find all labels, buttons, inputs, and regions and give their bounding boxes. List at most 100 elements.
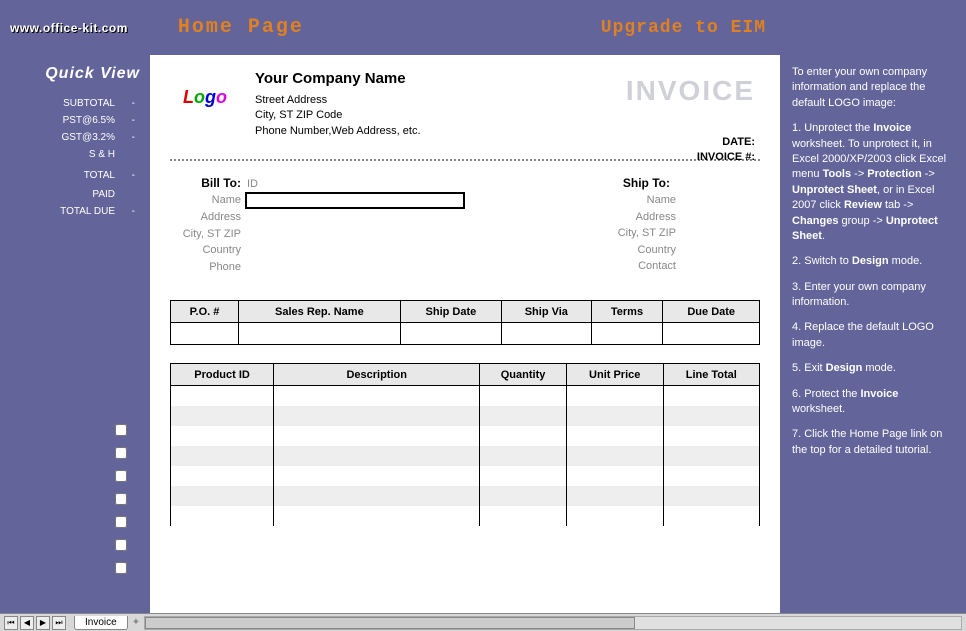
ship-city-field[interactable] [680,225,760,242]
ship-contact-field[interactable] [680,258,760,275]
quick-view-panel: Quick View SUBTOTAL- PST@6.5%- GST@3.2%-… [0,55,150,613]
item-cell[interactable] [663,426,759,446]
po-cell[interactable] [663,323,760,345]
qv-pst-val: - [115,115,135,126]
qv-subtotal-val: - [115,98,135,109]
item-cell[interactable] [480,446,567,466]
po-cell[interactable] [400,323,501,345]
qv-gst-val: - [115,132,135,143]
qv-subtotal-label: SUBTOTAL [5,98,115,109]
item-cell[interactable] [566,386,663,406]
item-cell[interactable] [480,506,567,526]
items-header-desc: Description [274,364,480,386]
ship-country-field[interactable] [680,242,760,259]
item-cell[interactable] [171,446,274,466]
items-header-pid: Product ID [171,364,274,386]
taxable-check-3[interactable] [115,470,127,482]
tab-nav-next-icon[interactable]: ▶ [36,616,50,630]
item-cell[interactable] [171,406,274,426]
item-cell[interactable] [566,406,663,426]
tab-nav-last-icon[interactable]: ⏭ [52,616,66,630]
po-cell[interactable] [239,323,401,345]
po-cell[interactable] [591,323,663,345]
item-cell[interactable] [274,506,480,526]
qv-sh-val [115,149,135,160]
taxable-checkboxes [115,424,127,581]
item-cell[interactable] [274,466,480,486]
taxable-check-4[interactable] [115,493,127,505]
item-cell[interactable] [480,406,567,426]
divider [170,159,760,161]
taxable-check-7[interactable] [115,562,127,574]
instructions-panel: To enter your own company information an… [780,55,966,613]
bill-address-label: Address [170,209,245,226]
po-header-rep: Sales Rep. Name [239,301,401,323]
instr-step2: 2. Switch to Design mode. [792,254,954,269]
bill-country-label: Country [170,242,245,259]
po-header-po: P.O. # [171,301,239,323]
home-page-link[interactable]: Home Page [178,16,304,39]
item-cell[interactable] [566,446,663,466]
item-cell[interactable] [274,446,480,466]
bill-country-field[interactable] [245,242,465,259]
item-cell[interactable] [480,426,567,446]
taxable-check-5[interactable] [115,516,127,528]
ship-contact-label: Contact [505,258,680,275]
bill-city-field[interactable] [245,226,465,243]
company-city[interactable]: City, ST ZIP Code [255,108,760,123]
taxable-check-2[interactable] [115,447,127,459]
po-cell[interactable] [171,323,239,345]
sheet-tab-bar: ⏮ ◀ ▶ ⏭ Invoice ✦ [0,613,966,631]
item-cell[interactable] [274,386,480,406]
sheet-tab-invoice[interactable]: Invoice [74,616,128,630]
bill-to-title: Bill To: [170,176,245,190]
instr-step5: 5. Exit Design mode. [792,361,954,376]
tab-nav-first-icon[interactable]: ⏮ [4,616,18,630]
item-cell[interactable] [480,386,567,406]
item-cell[interactable] [663,406,759,426]
item-cell[interactable] [171,386,274,406]
item-cell[interactable] [171,426,274,446]
item-cell[interactable] [171,506,274,526]
qv-gst-label: GST@3.2% [5,132,115,143]
date-label: DATE: [697,135,755,150]
horizontal-scrollbar[interactable] [144,616,962,630]
bill-address-field[interactable] [245,209,465,226]
company-contact[interactable]: Phone Number,Web Address, etc. [255,124,760,139]
ship-address-field[interactable] [680,209,760,226]
header-bar: www.office-kit.com Home Page Upgrade to … [0,0,966,55]
item-cell[interactable] [663,446,759,466]
taxable-check-1[interactable] [115,424,127,436]
bill-phone-field[interactable] [245,259,465,276]
item-cell[interactable] [566,506,663,526]
item-cell[interactable] [663,506,759,526]
upgrade-link[interactable]: Upgrade to EIM [601,18,766,38]
item-cell[interactable] [663,466,759,486]
taxable-check-6[interactable] [115,539,127,551]
item-cell[interactable] [274,486,480,506]
po-header-shipdate: Ship Date [400,301,501,323]
item-cell[interactable] [480,466,567,486]
instr-step1: 1. Unprotect the Invoice worksheet. To u… [792,121,954,244]
item-cell[interactable] [566,466,663,486]
new-sheet-icon[interactable]: ✦ [132,617,140,628]
item-cell[interactable] [171,466,274,486]
item-cell[interactable] [663,486,759,506]
scroll-thumb[interactable] [145,617,635,629]
item-cell[interactable] [171,486,274,506]
qv-sh-label: S & H [5,149,115,160]
ship-name-field[interactable] [680,192,760,209]
item-cell[interactable] [566,486,663,506]
po-cell[interactable] [502,323,591,345]
logo-image: Logo [170,70,240,125]
tab-nav-prev-icon[interactable]: ◀ [20,616,34,630]
item-cell[interactable] [566,426,663,446]
item-cell[interactable] [480,486,567,506]
qv-pst-label: PST@6.5% [5,115,115,126]
instr-step3: 3. Enter your own company information. [792,280,954,311]
bill-name-input[interactable] [245,192,465,209]
item-cell[interactable] [274,426,480,446]
item-cell[interactable] [663,386,759,406]
ship-country-label: Country [505,242,680,259]
item-cell[interactable] [274,406,480,426]
